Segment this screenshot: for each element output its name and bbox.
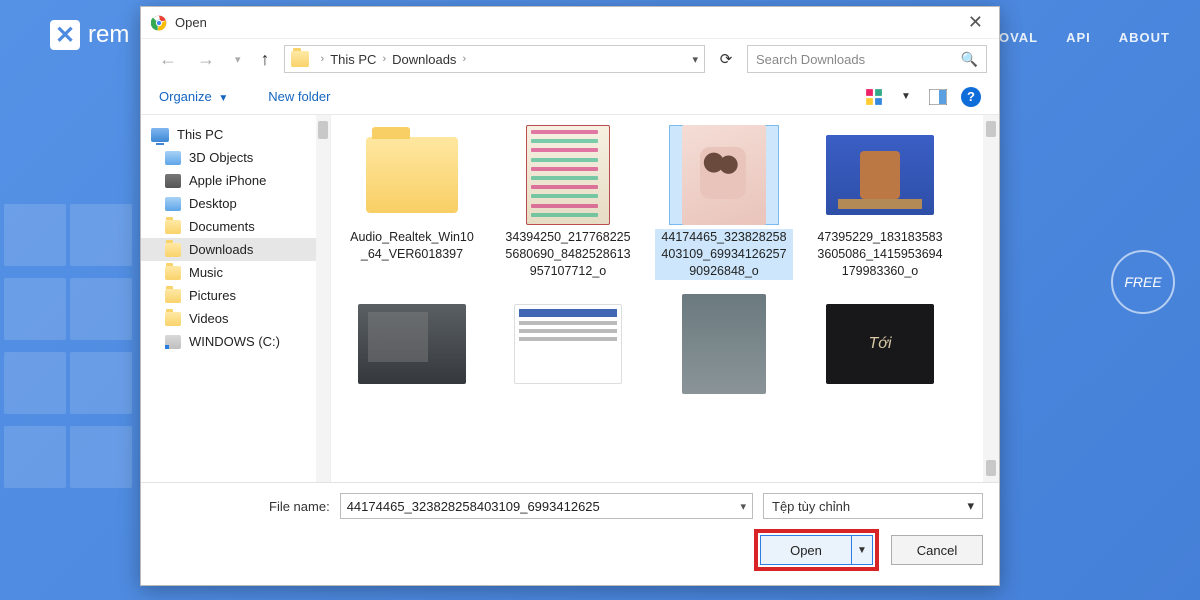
tree-downloads[interactable]: Downloads <box>141 238 330 261</box>
filter-dropdown-icon: ▾ <box>967 498 974 514</box>
dialog-title: Open <box>175 15 962 30</box>
tree-scrollbar[interactable] <box>316 115 330 482</box>
dialog-footer: File name: 44174465_323828258403109_6993… <box>141 482 999 585</box>
new-folder-button[interactable]: New folder <box>268 89 330 104</box>
folder-icon <box>366 137 458 213</box>
image-thumbnail <box>682 125 766 225</box>
file-item-image[interactable] <box>655 294 793 394</box>
file-label: 44174465_3238282584031­09_69934126257909… <box>655 229 793 280</box>
logo-mark-icon: ✕ <box>50 20 80 50</box>
folder-icon <box>165 197 181 211</box>
image-thumbnail <box>826 135 934 215</box>
folder-icon <box>165 266 181 280</box>
view-dropdown-icon[interactable]: ▼ <box>897 88 915 106</box>
tree-documents[interactable]: Documents <box>141 215 330 238</box>
filename-dropdown-icon[interactable]: ▾ <box>740 500 746 513</box>
image-thumbnail <box>682 294 766 394</box>
tree-apple-iphone[interactable]: Apple iPhone <box>141 169 330 192</box>
help-icon[interactable]: ? <box>961 87 981 107</box>
file-item-image[interactable]: 34394250_2177682255680690_84825286139571… <box>499 125 637 280</box>
preview-pane-icon[interactable] <box>929 88 947 106</box>
open-file-dialog: Open ✕ ← → ▾ ↑ › This PC › Downloads › ▾… <box>140 6 1000 586</box>
tree-windows-c[interactable]: WINDOWS (C:) <box>141 330 330 353</box>
breadcrumb[interactable]: › This PC › Downloads › ▾ <box>284 45 705 73</box>
file-label: 47395229_1831835833605086_14159536941799… <box>811 229 949 280</box>
background-thumbnails <box>0 200 140 500</box>
folder-icon <box>165 220 181 234</box>
file-item-folder[interactable]: Audio_Realtek_Win10_64_VER6018397 <box>343 125 481 280</box>
nav-api[interactable]: API <box>1066 30 1091 45</box>
filename-input[interactable]: 44174465_323828258403109_6993412625 ▾ <box>340 493 753 519</box>
site-logo-text: rem <box>88 21 129 49</box>
breadcrumb-folder[interactable]: Downloads <box>392 52 456 67</box>
pc-icon <box>151 128 169 142</box>
tree-3d-objects[interactable]: 3D Objects <box>141 146 330 169</box>
close-button[interactable]: ✕ <box>962 12 989 33</box>
search-icon: 🔍 <box>961 51 978 68</box>
up-button[interactable]: ↑ <box>255 47 276 72</box>
image-thumbnail <box>358 304 466 384</box>
folder-icon <box>165 312 181 326</box>
dialog-titlebar: Open ✕ <box>141 7 999 39</box>
chevron-right-icon: › <box>321 53 325 65</box>
nav-about[interactable]: ABOUT <box>1119 30 1170 45</box>
file-item-image[interactable]: Tới <box>811 294 949 394</box>
files-scrollbar[interactable] <box>983 115 999 482</box>
file-item-image[interactable] <box>343 294 481 394</box>
forward-button[interactable]: → <box>191 47 221 72</box>
refresh-button[interactable]: ⟳ <box>713 50 739 68</box>
site-logo: ✕ rem <box>50 20 129 50</box>
filename-label: File name: <box>269 499 330 514</box>
tree-music[interactable]: Music <box>141 261 330 284</box>
chevron-right-icon: › <box>382 53 386 65</box>
back-button[interactable]: ← <box>153 47 183 72</box>
filename-value: 44174465_323828258403109_6993412625 <box>347 499 600 514</box>
filter-label: Tệp tùy chỉnh <box>772 499 850 514</box>
tree-videos[interactable]: Videos <box>141 307 330 330</box>
chrome-icon <box>151 15 167 31</box>
breadcrumb-dropdown-icon[interactable]: ▾ <box>692 53 698 66</box>
device-icon <box>165 174 181 188</box>
folder-icon <box>165 243 181 257</box>
navigation-row: ← → ▾ ↑ › This PC › Downloads › ▾ ⟳ Sear… <box>141 39 999 79</box>
folder-tree: This PC 3D Objects Apple iPhone Desktop … <box>141 115 331 482</box>
image-thumbnail <box>514 304 622 384</box>
file-item-image[interactable] <box>499 294 637 394</box>
free-badge: FREE <box>1111 250 1175 314</box>
view-options-icon[interactable] <box>865 88 883 106</box>
dialog-toolbar: Organize ▼ New folder ▼ ? <box>141 79 999 115</box>
search-input[interactable]: Search Downloads 🔍 <box>747 45 987 73</box>
file-label: 34394250_2177682255680690_84825286139571… <box>499 229 637 280</box>
file-item-image[interactable]: 47395229_1831835833605086_14159536941799… <box>811 125 949 280</box>
recent-dropdown[interactable]: ▾ <box>229 51 247 68</box>
tree-this-pc[interactable]: This PC <box>141 123 330 146</box>
breadcrumb-root[interactable]: This PC <box>330 52 376 67</box>
file-label: Audio_Realtek_Win10_64_VER6018397 <box>343 229 481 263</box>
open-button-highlight: Open ▼ <box>754 529 879 571</box>
cancel-button[interactable]: Cancel <box>891 535 983 565</box>
file-grid: Audio_Realtek_Win10_64_VER6018397 343942… <box>331 115 999 482</box>
image-thumbnail <box>526 125 610 225</box>
folder-icon <box>165 289 181 303</box>
open-split-button[interactable]: ▼ <box>851 535 873 565</box>
file-type-filter[interactable]: Tệp tùy chỉnh ▾ <box>763 493 983 519</box>
folder-icon <box>165 151 181 165</box>
tree-desktop[interactable]: Desktop <box>141 192 330 215</box>
drive-icon <box>165 335 181 349</box>
search-placeholder: Search Downloads <box>756 52 865 67</box>
open-button[interactable]: Open <box>760 535 852 565</box>
image-thumbnail: Tới <box>826 304 934 384</box>
file-item-image-selected[interactable]: 44174465_3238282584031­09_69934126257909… <box>655 125 793 280</box>
site-nav: MOVAL API ABOUT <box>987 30 1170 45</box>
organize-menu[interactable]: Organize ▼ <box>159 89 228 104</box>
tree-pictures[interactable]: Pictures <box>141 284 330 307</box>
folder-icon <box>291 51 309 67</box>
chevron-right-icon: › <box>462 53 466 65</box>
dialog-body: This PC 3D Objects Apple iPhone Desktop … <box>141 115 999 482</box>
caret-down-icon: ▼ <box>218 93 228 104</box>
